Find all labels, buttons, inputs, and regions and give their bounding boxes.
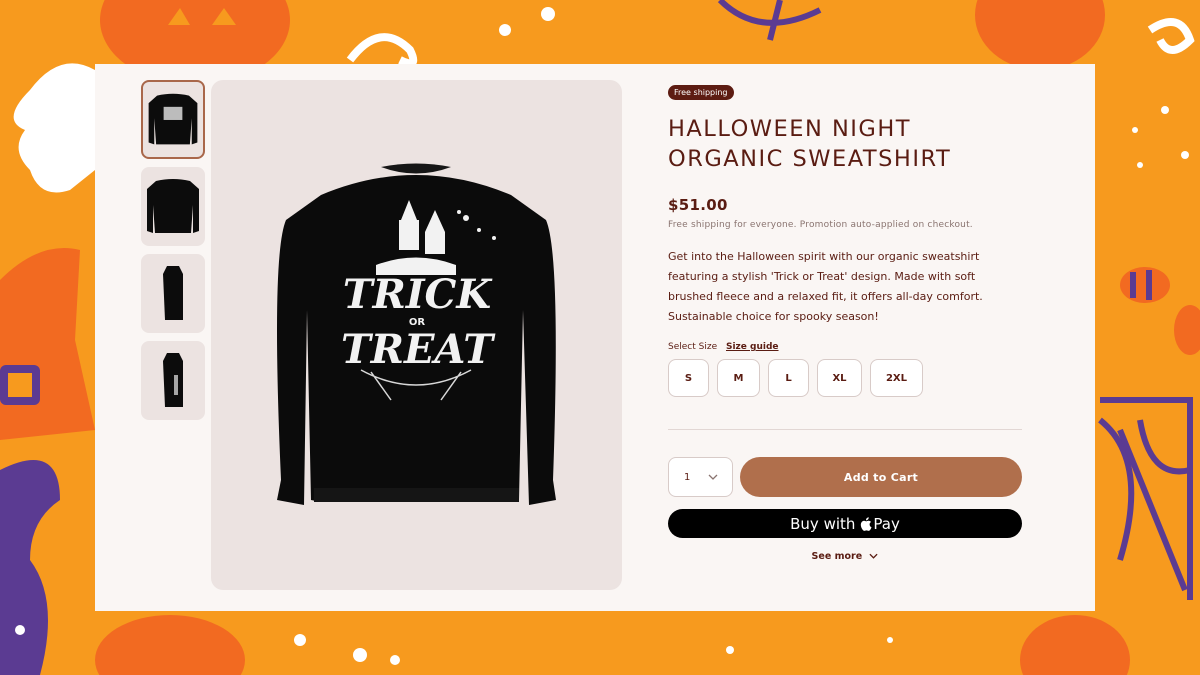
product-title: HALLOWEEN NIGHT ORGANIC SWEATSHIRT <box>668 114 1022 174</box>
apple-pay-button[interactable]: Buy with Pay <box>668 509 1022 538</box>
thumbnail-back[interactable] <box>141 167 205 246</box>
free-shipping-badge: Free shipping <box>668 85 734 100</box>
see-more-toggle[interactable]: See more <box>668 551 1022 562</box>
product-description: Get into the Halloween spirit with our o… <box>668 250 983 323</box>
witch-hat-decoration <box>0 248 95 440</box>
pumpkin-decoration <box>975 0 1105 70</box>
sweatshirt-front-thumbnail-image <box>148 93 198 145</box>
size-option-s[interactable]: S <box>668 359 709 397</box>
size-guide-link[interactable]: Size guide <box>726 342 779 352</box>
size-label: Select Size <box>668 342 718 352</box>
cart-row: 1 Add to Cart <box>668 457 1022 497</box>
graphic-text-treat: TREAT <box>341 326 496 373</box>
sweatshirt-side-thumbnail-image <box>163 266 183 320</box>
divider <box>668 429 1022 430</box>
see-more-label: See more <box>811 551 863 562</box>
chevron-down-icon <box>869 553 879 559</box>
title-line-1: HALLOWEEN NIGHT <box>668 116 912 142</box>
size-option-m[interactable]: M <box>717 359 760 397</box>
title-line-2: ORGANIC SWEATSHIRT <box>668 146 952 172</box>
promo-text: Free shipping for everyone. Promotion au… <box>668 220 973 230</box>
chevron-down-icon <box>708 474 718 480</box>
sweatshirt-side-detail-thumbnail-image <box>163 353 183 407</box>
sweatshirt-image: TRICK OR TREAT <box>277 163 556 505</box>
main-product-image: TRICK OR TREAT <box>211 80 622 590</box>
candy-decoration <box>1120 267 1200 355</box>
add-to-cart-button[interactable]: Add to Cart <box>740 457 1022 497</box>
quantity-select[interactable]: 1 <box>668 457 733 497</box>
size-option-2xl[interactable]: 2XL <box>870 359 923 397</box>
thumbnail-front[interactable] <box>141 80 205 159</box>
quantity-value: 1 <box>684 471 691 483</box>
thumbnail-gallery <box>141 80 205 428</box>
thumbnail-side-detail[interactable] <box>141 341 205 420</box>
product-info: Free shipping HALLOWEEN NIGHT ORGANIC SW… <box>668 80 1022 562</box>
thumbnail-side[interactable] <box>141 254 205 333</box>
product-card: TRICK OR TREAT Free shipping HALLOWEEN N… <box>95 64 1095 611</box>
size-option-l[interactable]: L <box>768 359 809 397</box>
ghost-decoration <box>13 63 96 193</box>
apple-icon <box>860 516 872 531</box>
sweatshirt-back-thumbnail-image <box>147 179 199 233</box>
apple-pay-prefix: Buy with <box>790 514 856 533</box>
product-price: $51.00 <box>668 196 728 214</box>
graphic-text-trick: TRICK <box>343 271 494 318</box>
size-options: S M L XL 2XL <box>668 359 1022 397</box>
size-option-xl[interactable]: XL <box>817 359 862 397</box>
size-selector-header: Select Size Size guide <box>668 342 1022 352</box>
apple-pay-suffix: Pay <box>873 514 900 533</box>
pumpkin-decoration <box>95 615 1130 675</box>
cat-decoration <box>0 460 60 675</box>
